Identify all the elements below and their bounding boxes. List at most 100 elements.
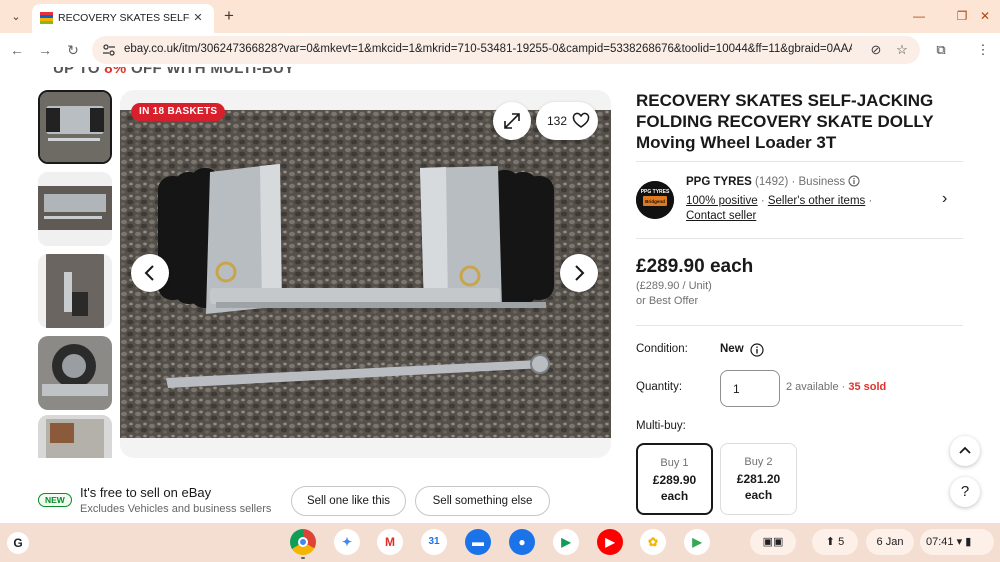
date-pill[interactable]: 6 Jan xyxy=(866,529,914,555)
tab-close-icon[interactable]: ✕ xyxy=(190,10,206,26)
item-price: £289.90 each xyxy=(636,256,754,277)
sell-subtitle: Excludes Vehicles and business sellers xyxy=(80,503,272,515)
watchlist-button[interactable]: 132 xyxy=(536,102,598,140)
expand-fullscreen-button[interactable] xyxy=(493,102,531,140)
notification-pill[interactable]: ⬆ 5 xyxy=(812,529,858,555)
divider xyxy=(636,238,963,239)
chevron-right-icon xyxy=(575,265,585,281)
tab-search-chevron-icon[interactable]: ⌄ xyxy=(6,7,26,27)
reload-icon[interactable]: ↻ xyxy=(64,41,82,59)
youtube-app-icon[interactable]: ▶ xyxy=(597,529,623,555)
multibuy-label: Multi-buy: xyxy=(636,420,686,432)
info-icon[interactable] xyxy=(848,175,860,187)
meet-app-icon[interactable]: ▶ xyxy=(553,529,579,555)
seller-avatar[interactable]: PPG TYRES Bridgend xyxy=(636,181,674,219)
heart-icon xyxy=(572,112,590,128)
ebay-favicon-icon xyxy=(40,12,53,25)
chevron-left-icon xyxy=(144,265,154,281)
sold-count: 35 sold xyxy=(848,381,887,393)
launcher-button[interactable]: G xyxy=(7,532,29,554)
extensions-puzzle-icon[interactable]: ⧉ xyxy=(932,41,950,59)
play-store-app-icon[interactable]: ▶ xyxy=(684,529,710,555)
new-tab-plus-icon[interactable]: + xyxy=(220,7,238,25)
wifi-icon: ▾ xyxy=(956,536,963,548)
next-image-button[interactable] xyxy=(560,254,598,292)
status-tray[interactable]: 07:41 ▾ ▮ xyxy=(920,529,994,555)
gemini-app-icon[interactable]: ✦ xyxy=(334,529,360,555)
clock-time: 07:41 xyxy=(926,536,954,548)
chrome-app-icon[interactable] xyxy=(290,529,316,555)
bookmark-star-icon[interactable]: ☆ xyxy=(894,42,910,58)
forward-arrow-icon[interactable]: → xyxy=(36,41,54,59)
product-photo xyxy=(120,110,611,438)
multibuy-each: each xyxy=(660,489,689,503)
sell-one-like-this-button[interactable]: Sell one like this xyxy=(291,486,406,516)
seller-type: Business xyxy=(798,176,846,188)
active-tab[interactable]: RECOVERY SKATES SELF-JACKI ✕ xyxy=(32,4,214,33)
sell-something-else-button[interactable]: Sell something else xyxy=(415,486,550,516)
quantity-label: Quantity: xyxy=(636,381,683,393)
item-title: RECOVERY SKATES SELF-JACKING FOLDING REC… xyxy=(636,91,934,152)
expand-arrows-icon xyxy=(504,113,520,129)
scroll-to-top-chevron-up-icon[interactable] xyxy=(950,436,980,466)
condition-value: New xyxy=(720,343,744,355)
gallery-thumbnail-2[interactable] xyxy=(38,172,112,246)
divider xyxy=(636,161,963,162)
condition-info-icon[interactable] xyxy=(750,343,764,357)
condition-label: Condition: xyxy=(636,343,688,355)
multibuy-qty: Buy 1 xyxy=(660,457,689,469)
seller-chevron-right-icon[interactable]: › xyxy=(942,191,958,207)
available-count: 2 available xyxy=(786,381,839,393)
back-arrow-icon[interactable]: ← xyxy=(8,41,26,59)
availability-text: 2 available · 35 sold xyxy=(786,381,887,393)
tracking-protection-eye-icon[interactable]: ⊘ xyxy=(868,42,884,58)
main-image-gallery[interactable]: IN 18 BASKETS 132 xyxy=(120,90,611,458)
unit-price: (£289.90 / Unit) xyxy=(636,280,712,292)
battery-icon: ▮ xyxy=(965,536,972,548)
multibuy-option-1[interactable]: Buy 1 £289.90 each xyxy=(636,443,713,515)
running-indicator xyxy=(301,557,305,559)
new-badge: NEW xyxy=(38,493,72,507)
sellers-other-items-link[interactable]: Seller's other items xyxy=(768,195,865,207)
calendar-app-icon[interactable]: 31 xyxy=(421,529,447,555)
tab-title: RECOVERY SKATES SELF-JACKI xyxy=(58,12,190,24)
svg-text:Bridgend: Bridgend xyxy=(645,199,665,204)
holding-space-thumbnails[interactable]: ▣▣ xyxy=(750,529,796,555)
multibuy-option-2[interactable]: Buy 2 £281.20 each xyxy=(720,443,797,515)
site-info-tune-icon[interactable] xyxy=(102,43,116,57)
contact-seller-wrapper: Contact seller xyxy=(686,210,756,222)
previous-image-button[interactable] xyxy=(131,254,169,292)
notification-count: 5 xyxy=(838,536,845,548)
photos-app-icon[interactable]: ✿ xyxy=(640,529,666,555)
os-shelf: G ✦ M 31 ▬ ● ▶ ▶ ✿ ▶ ▣▣ ⬆ 5 6 Jan 07:41 … xyxy=(0,523,1000,562)
gallery-thumbnail-1[interactable] xyxy=(38,90,112,164)
messages-app-icon[interactable]: ● xyxy=(509,529,535,555)
address-bar[interactable]: ebay.co.uk/itm/306247366828?var=0&mkevt=… xyxy=(92,36,920,64)
ebay-listing-page: UP TO 8% OFF WITH MULTI-BUY IN 18 BASKET… xyxy=(0,67,1000,523)
upload-icon: ⬆ xyxy=(825,536,836,548)
gmail-app-icon[interactable]: M xyxy=(377,529,403,555)
seller-name[interactable]: PPG TYRES xyxy=(686,176,752,188)
watch-count: 132 xyxy=(547,114,568,128)
positive-feedback-link[interactable]: 100% positive xyxy=(686,195,758,207)
multibuy-qty: Buy 2 xyxy=(744,456,773,468)
tab-strip: ⌄ RECOVERY SKATES SELF-JACKI ✕ + — ❐ ✕ xyxy=(0,0,1000,33)
quantity-input[interactable]: 1 xyxy=(720,370,780,407)
seller-name-line: PPG TYRES (1492) · Business xyxy=(686,175,860,188)
restore-icon[interactable]: ❐ xyxy=(953,7,971,25)
multibuy-each: each xyxy=(744,488,773,502)
help-question-icon[interactable]: ? xyxy=(950,477,980,507)
close-window-icon[interactable]: ✕ xyxy=(976,7,994,25)
gallery-thumbnail-5[interactable] xyxy=(38,415,112,458)
url-text[interactable]: ebay.co.uk/itm/306247366828?var=0&mkevt=… xyxy=(124,43,852,55)
svg-text:PPG TYRES: PPG TYRES xyxy=(641,189,670,195)
contact-seller-link[interactable]: Contact seller xyxy=(686,210,756,222)
multibuy-price: £289.90 xyxy=(652,473,697,487)
chrome-menu-icon[interactable]: ⋮ xyxy=(974,41,992,59)
minimize-icon[interactable]: — xyxy=(910,7,928,25)
gallery-thumbnail-4[interactable] xyxy=(38,336,112,410)
multibuy-promo-banner: UP TO 8% OFF WITH MULTI-BUY xyxy=(53,67,295,77)
seller-feedback-count: (1492) xyxy=(755,176,789,188)
gallery-thumbnail-3[interactable] xyxy=(38,254,112,328)
files-app-icon[interactable]: ▬ xyxy=(465,529,491,555)
